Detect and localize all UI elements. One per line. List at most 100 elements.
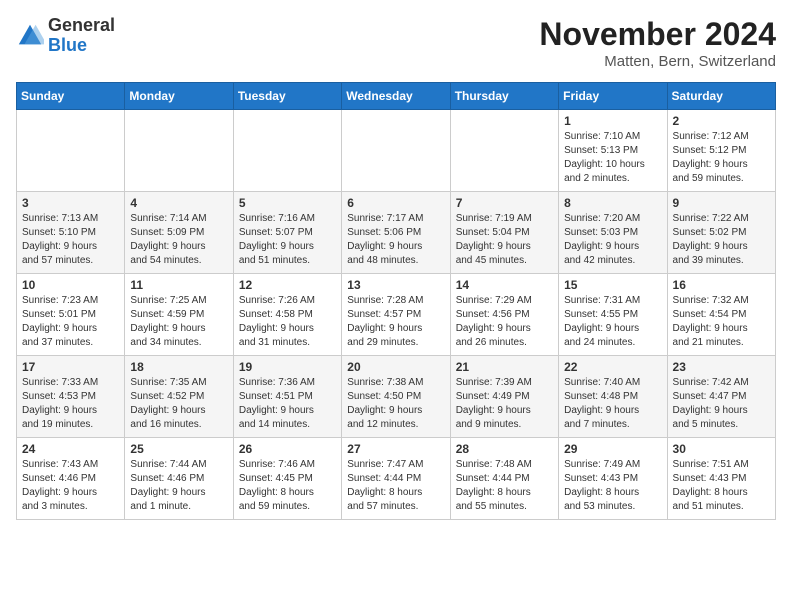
day-number: 10	[22, 278, 119, 292]
day-number: 20	[347, 360, 444, 374]
calendar-cell	[125, 110, 233, 192]
day-info: Sunrise: 7:25 AM Sunset: 4:59 PM Dayligh…	[130, 294, 227, 350]
calendar-week-row: 10Sunrise: 7:23 AM Sunset: 5:01 PM Dayli…	[17, 274, 776, 356]
day-info: Sunrise: 7:33 AM Sunset: 4:53 PM Dayligh…	[22, 376, 119, 432]
day-info: Sunrise: 7:49 AM Sunset: 4:43 PM Dayligh…	[564, 458, 661, 514]
day-info: Sunrise: 7:39 AM Sunset: 4:49 PM Dayligh…	[456, 376, 553, 432]
calendar-cell: 28 Sunrise: 7:48 AM Sunset: 4:44 PM Dayli…	[450, 438, 558, 520]
day-info: Sunrise: 7:40 AM Sunset: 4:48 PM Dayligh…	[564, 376, 661, 432]
calendar-cell: 8 Sunrise: 7:20 AM Sunset: 5:03 PM Daylig…	[559, 192, 667, 274]
day-number: 6	[347, 196, 444, 210]
calendar-cell: 9 Sunrise: 7:22 AM Sunset: 5:02 PM Daylig…	[667, 192, 775, 274]
calendar-cell: 20Sunrise: 7:38 AM Sunset: 4:50 PM Dayli…	[342, 356, 450, 438]
calendar-cell	[17, 110, 125, 192]
day-number: 5	[239, 196, 336, 210]
logo-icon	[16, 22, 44, 50]
day-number: 28	[456, 442, 553, 456]
location: Matten, Bern, Switzerland	[539, 53, 776, 70]
calendar-week-row: 24 Sunrise: 7:43 AM Sunset: 4:46 PM Dayli…	[17, 438, 776, 520]
calendar-cell: 23 Sunrise: 7:42 AM Sunset: 4:47 PM Dayli…	[667, 356, 775, 438]
calendar-week-row: 17 Sunrise: 7:33 AM Sunset: 4:53 PM Dayli…	[17, 356, 776, 438]
header: General Blue November 2024 Matten, Bern,…	[16, 16, 776, 70]
day-info: Sunrise: 7:48 AM Sunset: 4:44 PM Dayligh…	[456, 458, 553, 514]
calendar-cell	[233, 110, 341, 192]
calendar-cell: 24 Sunrise: 7:43 AM Sunset: 4:46 PM Dayli…	[17, 438, 125, 520]
calendar-week-row: 1Sunrise: 7:10 AM Sunset: 5:13 PM Daylig…	[17, 110, 776, 192]
day-info: Sunrise: 7:20 AM Sunset: 5:03 PM Dayligh…	[564, 212, 661, 268]
day-info: Sunrise: 7:32 AM Sunset: 4:54 PM Dayligh…	[673, 294, 770, 350]
calendar-cell: 14 Sunrise: 7:29 AM Sunset: 4:56 PM Dayli…	[450, 274, 558, 356]
day-number: 9	[673, 196, 770, 210]
calendar-cell: 29 Sunrise: 7:49 AM Sunset: 4:43 PM Dayli…	[559, 438, 667, 520]
calendar-cell: 26 Sunrise: 7:46 AM Sunset: 4:45 PM Dayli…	[233, 438, 341, 520]
calendar-cell	[342, 110, 450, 192]
day-info: Sunrise: 7:26 AM Sunset: 4:58 PM Dayligh…	[239, 294, 336, 350]
calendar-cell: 25 Sunrise: 7:44 AM Sunset: 4:46 PM Dayli…	[125, 438, 233, 520]
weekday-header: Monday	[125, 83, 233, 110]
day-number: 14	[456, 278, 553, 292]
weekday-header: Thursday	[450, 83, 558, 110]
calendar-week-row: 3 Sunrise: 7:13 AM Sunset: 5:10 PM Daylig…	[17, 192, 776, 274]
day-info: Sunrise: 7:16 AM Sunset: 5:07 PM Dayligh…	[239, 212, 336, 268]
day-info: Sunrise: 7:44 AM Sunset: 4:46 PM Dayligh…	[130, 458, 227, 514]
day-info: Sunrise: 7:46 AM Sunset: 4:45 PM Dayligh…	[239, 458, 336, 514]
day-number: 3	[22, 196, 119, 210]
calendar-cell: 19Sunrise: 7:36 AM Sunset: 4:51 PM Dayli…	[233, 356, 341, 438]
weekday-header: Tuesday	[233, 83, 341, 110]
calendar-cell: 17 Sunrise: 7:33 AM Sunset: 4:53 PM Dayli…	[17, 356, 125, 438]
calendar-cell: 11 Sunrise: 7:25 AM Sunset: 4:59 PM Dayli…	[125, 274, 233, 356]
day-number: 12	[239, 278, 336, 292]
day-info: Sunrise: 7:13 AM Sunset: 5:10 PM Dayligh…	[22, 212, 119, 268]
day-number: 1	[564, 114, 661, 128]
calendar-cell: 22 Sunrise: 7:40 AM Sunset: 4:48 PM Dayli…	[559, 356, 667, 438]
day-number: 23	[673, 360, 770, 374]
calendar-cell: 5 Sunrise: 7:16 AM Sunset: 5:07 PM Daylig…	[233, 192, 341, 274]
calendar-cell: 15 Sunrise: 7:31 AM Sunset: 4:55 PM Dayli…	[559, 274, 667, 356]
title-area: November 2024 Matten, Bern, Switzerland	[539, 16, 776, 70]
calendar-cell: 21 Sunrise: 7:39 AM Sunset: 4:49 PM Dayli…	[450, 356, 558, 438]
day-number: 17	[22, 360, 119, 374]
day-number: 30	[673, 442, 770, 456]
day-info: Sunrise: 7:14 AM Sunset: 5:09 PM Dayligh…	[130, 212, 227, 268]
day-number: 2	[673, 114, 770, 128]
day-info: Sunrise: 7:51 AM Sunset: 4:43 PM Dayligh…	[673, 458, 770, 514]
day-number: 11	[130, 278, 227, 292]
calendar-cell: 18 Sunrise: 7:35 AM Sunset: 4:52 PM Dayli…	[125, 356, 233, 438]
day-number: 29	[564, 442, 661, 456]
day-number: 4	[130, 196, 227, 210]
day-number: 25	[130, 442, 227, 456]
day-number: 18	[130, 360, 227, 374]
day-info: Sunrise: 7:35 AM Sunset: 4:52 PM Dayligh…	[130, 376, 227, 432]
day-number: 8	[564, 196, 661, 210]
day-number: 15	[564, 278, 661, 292]
calendar-cell: 1Sunrise: 7:10 AM Sunset: 5:13 PM Daylig…	[559, 110, 667, 192]
day-info: Sunrise: 7:17 AM Sunset: 5:06 PM Dayligh…	[347, 212, 444, 268]
day-info: Sunrise: 7:47 AM Sunset: 4:44 PM Dayligh…	[347, 458, 444, 514]
calendar-cell: 12 Sunrise: 7:26 AM Sunset: 4:58 PM Dayli…	[233, 274, 341, 356]
calendar-cell: 10Sunrise: 7:23 AM Sunset: 5:01 PM Dayli…	[17, 274, 125, 356]
calendar-table: SundayMondayTuesdayWednesdayThursdayFrid…	[16, 82, 776, 520]
day-number: 21	[456, 360, 553, 374]
calendar-cell: 3 Sunrise: 7:13 AM Sunset: 5:10 PM Daylig…	[17, 192, 125, 274]
calendar-cell: 2Sunrise: 7:12 AM Sunset: 5:12 PM Daylig…	[667, 110, 775, 192]
weekday-header: Saturday	[667, 83, 775, 110]
weekday-header: Sunday	[17, 83, 125, 110]
calendar-cell: 6 Sunrise: 7:17 AM Sunset: 5:06 PM Daylig…	[342, 192, 450, 274]
day-info: Sunrise: 7:42 AM Sunset: 4:47 PM Dayligh…	[673, 376, 770, 432]
calendar-header-row: SundayMondayTuesdayWednesdayThursdayFrid…	[17, 83, 776, 110]
day-info: Sunrise: 7:43 AM Sunset: 4:46 PM Dayligh…	[22, 458, 119, 514]
day-info: Sunrise: 7:29 AM Sunset: 4:56 PM Dayligh…	[456, 294, 553, 350]
day-number: 24	[22, 442, 119, 456]
calendar-cell: 16Sunrise: 7:32 AM Sunset: 4:54 PM Dayli…	[667, 274, 775, 356]
month-title: November 2024	[539, 16, 776, 53]
day-info: Sunrise: 7:19 AM Sunset: 5:04 PM Dayligh…	[456, 212, 553, 268]
day-number: 26	[239, 442, 336, 456]
calendar-cell: 13Sunrise: 7:28 AM Sunset: 4:57 PM Dayli…	[342, 274, 450, 356]
day-number: 22	[564, 360, 661, 374]
day-info: Sunrise: 7:36 AM Sunset: 4:51 PM Dayligh…	[239, 376, 336, 432]
day-info: Sunrise: 7:22 AM Sunset: 5:02 PM Dayligh…	[673, 212, 770, 268]
day-info: Sunrise: 7:31 AM Sunset: 4:55 PM Dayligh…	[564, 294, 661, 350]
day-number: 27	[347, 442, 444, 456]
calendar-cell: 27 Sunrise: 7:47 AM Sunset: 4:44 PM Dayli…	[342, 438, 450, 520]
calendar-cell: 7Sunrise: 7:19 AM Sunset: 5:04 PM Daylig…	[450, 192, 558, 274]
